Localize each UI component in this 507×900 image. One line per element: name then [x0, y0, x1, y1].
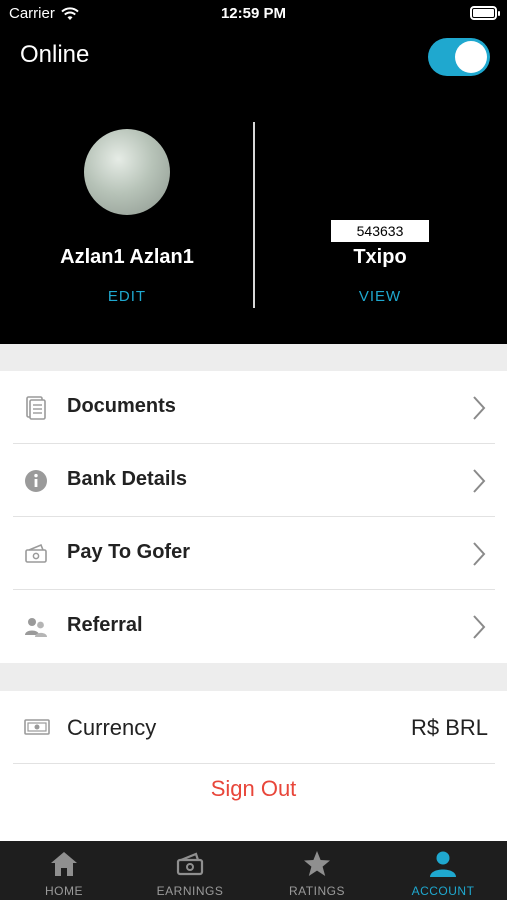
- menu-item-label: Pay To Gofer: [67, 541, 190, 563]
- tab-ratings[interactable]: RATINGS: [254, 841, 380, 900]
- tab-label: ACCOUNT: [411, 884, 475, 898]
- status-bar: Carrier 12:59 PM: [0, 0, 507, 28]
- info-icon: [25, 470, 47, 492]
- online-toggle[interactable]: [428, 38, 490, 76]
- edit-profile-link[interactable]: EDIT: [20, 288, 234, 305]
- toggle-knob: [455, 41, 487, 73]
- tab-account[interactable]: ACCOUNT: [380, 841, 506, 900]
- menu-item-pay-to-gofer[interactable]: Pay To Gofer: [13, 517, 495, 590]
- driver-name: Azlan1 Azlan1: [60, 246, 194, 268]
- chevron-right-icon: [473, 542, 486, 566]
- people-icon: [25, 618, 47, 637]
- status-time: 12:59 PM: [220, 5, 287, 22]
- chevron-right-icon: [473, 469, 486, 493]
- tab-label: HOME: [45, 884, 83, 898]
- menu-item-documents[interactable]: Documents: [13, 371, 495, 444]
- tab-label: RATINGS: [289, 884, 345, 898]
- banknote-icon: [24, 719, 50, 735]
- cash-icon: [25, 543, 47, 563]
- person-icon: [430, 851, 456, 877]
- tab-earnings[interactable]: EARNINGS: [127, 841, 253, 900]
- menu-item-label: Bank Details: [67, 468, 188, 490]
- license-plate: 543633: [331, 220, 429, 242]
- battery-icon: [470, 6, 500, 20]
- header-divider: [253, 122, 255, 308]
- menu-item-label: Documents: [67, 395, 176, 417]
- tab-home[interactable]: HOME: [1, 841, 127, 900]
- earnings-icon: [176, 852, 204, 876]
- tab-label: EARNINGS: [156, 884, 224, 898]
- document-icon: [26, 396, 46, 420]
- home-icon: [51, 852, 77, 876]
- menu-item-bank-details[interactable]: Bank Details: [13, 444, 495, 517]
- chevron-right-icon: [473, 615, 486, 639]
- account-menu: Documents Bank Details Pay To Gofer Refe…: [0, 371, 507, 663]
- currency-value: R$ BRL: [410, 715, 488, 740]
- currency-label: Currency: [67, 715, 157, 740]
- avatar[interactable]: [84, 129, 170, 215]
- sign-out-button[interactable]: Sign Out: [0, 776, 507, 802]
- settings-card: Currency R$ BRL: [0, 691, 507, 841]
- chevron-right-icon: [473, 396, 486, 420]
- currency-row[interactable]: Currency R$ BRL: [13, 691, 495, 764]
- account-header: Carrier 12:59 PM Online Azlan1 Azlan1 ED…: [0, 0, 507, 344]
- star-icon: [304, 851, 330, 876]
- menu-item-referral[interactable]: Referral: [13, 590, 495, 663]
- view-vehicle-link[interactable]: VIEW: [280, 288, 480, 305]
- menu-item-label: Referral: [67, 614, 143, 636]
- vehicle-name: Txipo: [353, 246, 407, 268]
- tab-bar: HOME EARNINGS RATINGS ACCOUNT: [0, 841, 507, 900]
- online-label: Online: [20, 41, 90, 68]
